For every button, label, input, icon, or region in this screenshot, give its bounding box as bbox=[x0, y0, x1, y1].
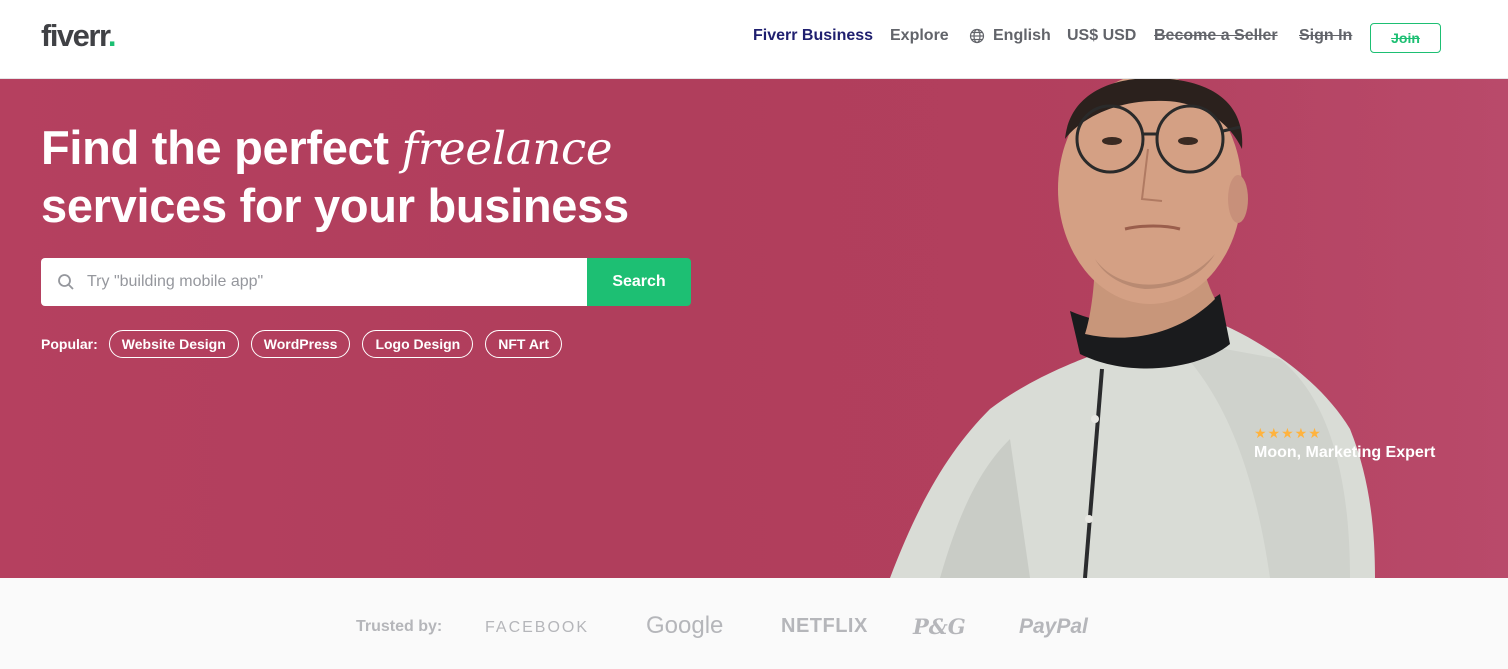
search-button[interactable]: Search bbox=[587, 258, 691, 306]
popular-label: Popular: bbox=[41, 336, 98, 352]
nav-become-seller[interactable]: Become a Seller bbox=[1154, 27, 1278, 45]
hero-person-image bbox=[880, 79, 1508, 578]
search-icon bbox=[58, 274, 74, 290]
join-button[interactable]: Join bbox=[1370, 23, 1441, 53]
nav-explore[interactable]: Explore bbox=[890, 27, 949, 45]
nav-currency[interactable]: US$ USD bbox=[1067, 27, 1136, 45]
headline-part2: services for your business bbox=[41, 179, 629, 232]
globe-icon bbox=[969, 28, 985, 44]
google-logo: Google bbox=[646, 612, 724, 639]
headline-part1: Find the perfect bbox=[41, 121, 402, 174]
nav-sign-in[interactable]: Sign In bbox=[1299, 27, 1352, 45]
netflix-logo: NETFLIX bbox=[781, 615, 868, 637]
search-input-wrapper[interactable] bbox=[41, 258, 587, 306]
fiverr-logo[interactable]: fiverr. bbox=[41, 18, 117, 54]
hero-section: Find the perfect freelance services for … bbox=[0, 79, 1508, 578]
headline-emphasis: freelance bbox=[401, 122, 613, 175]
trusted-by-bar: Trusted by: FACEBOOK Google NETFLIX P&G … bbox=[0, 578, 1508, 669]
logo-text: fiverr bbox=[41, 18, 109, 53]
popular-searches: Popular: Website Design WordPress Logo D… bbox=[41, 330, 563, 358]
popular-tag-nft-art[interactable]: NFT Art bbox=[485, 330, 563, 358]
popular-tag-logo-design[interactable]: Logo Design bbox=[362, 330, 474, 358]
nav-language-label: English bbox=[993, 27, 1051, 44]
rating-stars: ★★★★★ bbox=[1254, 425, 1322, 441]
facebook-logo: FACEBOOK bbox=[485, 619, 590, 636]
hero-headline: Find the perfect freelance services for … bbox=[41, 119, 629, 234]
nav-fiverr-business[interactable]: Fiverr Business bbox=[753, 27, 873, 45]
nav-language[interactable]: English bbox=[969, 27, 1051, 45]
trusted-label: Trusted by: bbox=[356, 618, 443, 635]
popular-tag-website-design[interactable]: Website Design bbox=[108, 330, 239, 358]
logo-dot: . bbox=[107, 18, 117, 53]
pg-logo: P&G bbox=[913, 614, 966, 639]
hero-search-bar: Search bbox=[41, 258, 691, 306]
search-input[interactable] bbox=[87, 273, 547, 291]
top-header: fiverr. Fiverr Business Explore English … bbox=[0, 0, 1508, 79]
seller-caption: Moon, Marketing Expert bbox=[1254, 444, 1436, 461]
popular-tag-wordpress[interactable]: WordPress bbox=[250, 330, 351, 358]
paypal-logo: PayPal bbox=[1019, 615, 1088, 638]
